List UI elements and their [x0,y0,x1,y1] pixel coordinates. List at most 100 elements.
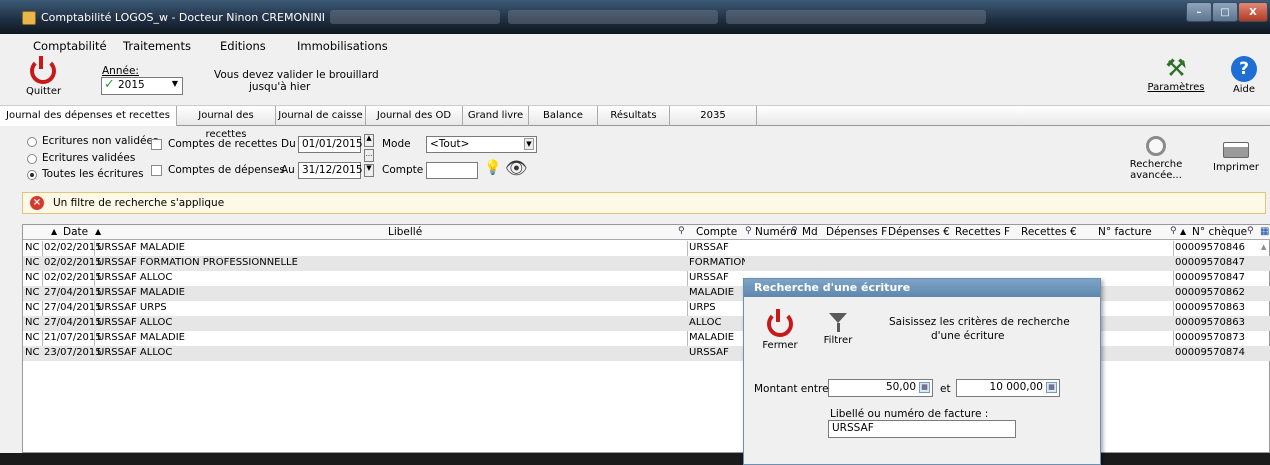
year-select[interactable]: ✓ 2015 ▼ [101,77,183,95]
header-facture[interactable]: N° facture [1098,226,1152,238]
year-value: 2015 [118,79,145,91]
header-cheque[interactable]: N° chèque [1192,226,1247,238]
calendar-picker-button[interactable]: ... [364,149,374,162]
trash-icon[interactable]: ▦ [1260,226,1269,237]
tab-2035[interactable]: 2035 [670,106,757,126]
row-date: 27/04/2015 [44,287,102,298]
dialog-title: Recherche d'une écriture [744,279,1100,297]
header-md[interactable]: Md [802,226,818,238]
tab-journal-caisse[interactable]: Journal de caisse [276,106,366,126]
filter-notice-bar: × Un filtre de recherche s'applique [22,192,1266,214]
sort-icon: ▲ [1180,227,1187,236]
menu-editions[interactable]: Editions [220,39,266,53]
advanced-search-button[interactable]: Recherche avancée... [1128,136,1184,181]
print-button[interactable]: Imprimer [1208,142,1264,173]
header-date[interactable]: Date [63,226,88,238]
magnifier-icon[interactable]: ⚲ [745,226,752,236]
row-libelle: URSSAF MALADIE [97,242,185,253]
header-depenses-eur[interactable]: Dépenses € [888,226,950,238]
magnifier-icon[interactable]: ⚲ [678,226,685,236]
date-to-input[interactable]: 31/12/2015 [298,162,363,179]
amount-min-input[interactable]: 50,00 ▦ [828,379,933,397]
calendar-icon[interactable]: ▦ [919,382,930,393]
date-from-spinner[interactable]: ▲ [364,134,374,147]
magnifier-icon[interactable]: ⚲ [1247,226,1254,236]
menu-comptabilite[interactable]: Comptabilité [33,39,107,53]
header-recettes-eur[interactable]: Recettes € [1021,226,1077,238]
row-date: 02/02/2015 [44,257,102,268]
close-button[interactable]: X [1238,2,1268,22]
scroll-up-arrow[interactable]: ▲ [1261,243,1266,251]
dialog-filter-button[interactable]: Filtrer [818,313,858,346]
compte-input[interactable] [426,162,478,179]
help-icon: ? [1231,56,1257,82]
advanced-search-label: Recherche [1129,159,1183,170]
lightbulb-icon[interactable]: 💡 [484,160,501,176]
row-cheque: 00009570862 [1175,287,1245,298]
maximize-button[interactable]: □ [1212,2,1238,22]
year-label: Année: [102,65,139,77]
search-dialog: Recherche d'une écriture Fermer Filtrer … [743,278,1101,465]
tab-grand-livre[interactable]: Grand livre [463,106,529,126]
row-date: 02/02/2015 [44,242,102,253]
magnifier-icon[interactable]: ⚲ [1170,226,1177,236]
amount-min-value: 50,00 [885,381,916,393]
error-icon: × [30,196,44,210]
row-libelle: URSSAF MALADIE [97,287,185,298]
tools-icon: ⚒ [1165,54,1187,82]
row-type: NC [25,302,40,313]
text-search-input[interactable]: URSSAF [828,420,1016,438]
header-recettes-f[interactable]: Recettes F [955,226,1010,238]
funnel-stem [836,323,840,332]
row-libelle: URSSAF ALLOC [97,272,173,283]
and-label: et [940,383,951,395]
tab-journal-od[interactable]: Journal des OD [366,106,463,126]
settings-button[interactable]: ⚒ Paramètres [1145,54,1207,93]
header-compte[interactable]: Compte [696,226,737,238]
title-bar: Comptabilité LOGOS_w - Docteur Ninon CRE… [0,0,1270,34]
date-from-input[interactable]: 01/01/2015 [298,136,363,153]
quit-button[interactable]: Quitter [26,56,61,97]
radio-ecritures-validees[interactable] [27,154,37,164]
table-row[interactable]: NC 02/02/2015 URSSAF MALADIE URSSAF 00009570… [23,241,1270,256]
menu-immobilisations[interactable]: Immobilisations [297,39,388,53]
row-cheque: 00009570863 [1175,317,1245,328]
funnel-icon [829,313,847,323]
tab-balance[interactable]: Balance [529,106,598,126]
tab-journal-recettes[interactable]: Journal des recettes [177,106,276,140]
row-cheque: 00009570874 [1175,347,1245,358]
du-label: Du [281,138,296,150]
row-libelle: URSSAF MALADIE [97,332,185,343]
radio-toutes-ecritures[interactable] [27,170,37,180]
eye-icon[interactable]: 👁 [505,158,528,179]
radio-ecritures-non-validees[interactable] [27,137,37,147]
dialog-close-button[interactable]: Fermer [760,309,800,351]
calendar-icon[interactable]: ▦ [1046,382,1057,393]
print-label: Imprimer [1213,162,1259,173]
minimize-button[interactable]: – [1186,2,1212,22]
tab-journal-depenses-recettes[interactable]: Journal des dépenses et recettes [0,106,177,126]
help-button[interactable]: ? Aide [1226,56,1262,95]
magnifier-icon[interactable]: ⚲ [791,226,798,236]
checkbox-comptes-depenses[interactable] [151,165,162,176]
table-row[interactable]: NC 02/02/2015 URSSAF FORMATION PROFESSIONN… [23,256,1270,271]
validation-notice-2: jusqu'à hier [249,81,311,93]
row-date: 27/04/2015 [44,302,102,313]
row-cheque: 00009570863 [1175,302,1245,313]
header-libelle[interactable]: Libellé [388,226,422,238]
main-window: Comptabilité Traitements Editions Immobi… [0,34,1270,465]
dialog-instructions: Saisissez les critères de recherche [889,316,1070,328]
row-compte: ALLOC [689,317,722,328]
tab-bar: Journal des dépenses et recettes Journal… [0,105,1270,140]
amount-max-value: 10 000,00 [989,381,1043,393]
power-icon [767,309,793,337]
date-to-spinner[interactable]: ▼ [364,164,374,177]
menu-traitements[interactable]: Traitements [123,39,191,53]
row-type: NC [25,272,40,283]
mode-select[interactable]: <Tout> ▼ [426,136,537,153]
checkbox-comptes-recettes[interactable] [151,139,162,150]
amount-max-input[interactable]: 10 000,00 ▦ [956,379,1060,397]
tab-resultats[interactable]: Résultats [598,106,670,126]
row-type: NC [25,257,40,268]
header-depenses-f[interactable]: Dépenses F [826,226,887,238]
